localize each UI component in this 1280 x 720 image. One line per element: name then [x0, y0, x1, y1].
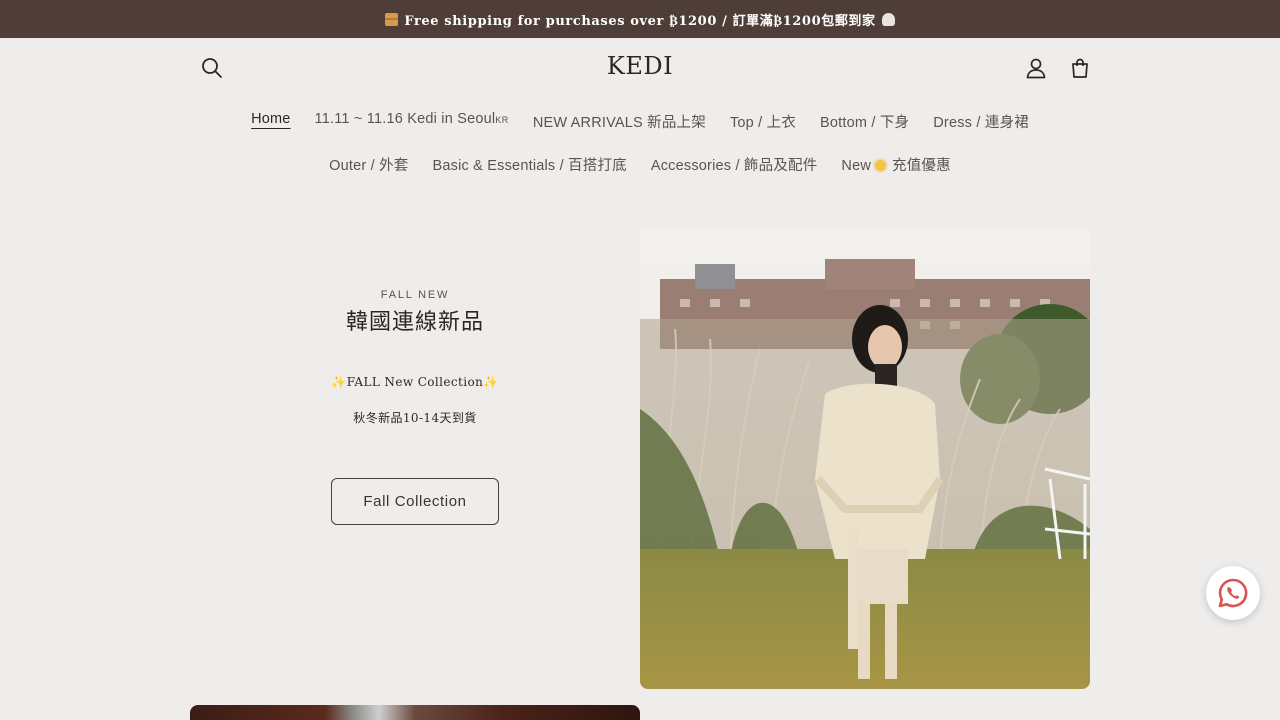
- nav-basic-essentials[interactable]: Basic & Essentials / 百搭打底: [433, 154, 627, 175]
- nav-bottom[interactable]: Bottom / 下身: [820, 111, 909, 132]
- hero-subtitle: ✨FALL New Collection✨: [190, 375, 640, 389]
- main-nav-row-1: Home 11.11 ~ 11.16 Kedi in SeoulKR NEW A…: [0, 111, 1280, 132]
- nav-home[interactable]: Home: [251, 111, 290, 132]
- second-collection-image[interactable]: [190, 705, 640, 720]
- sparkle-icon: ✨: [483, 375, 499, 389]
- sparkle-icon: ✨: [331, 375, 347, 389]
- package-icon: [385, 12, 399, 26]
- nav-dress[interactable]: Dress / 連身裙: [933, 111, 1029, 132]
- hero-eyebrow: FALL NEW: [380, 289, 450, 301]
- cart-icon[interactable]: [1066, 54, 1094, 82]
- nav-topup-label: 充值優惠: [892, 158, 951, 174]
- whatsapp-icon: [1218, 578, 1248, 608]
- house-icon: [881, 12, 895, 26]
- nav-outer[interactable]: Outer / 外套: [329, 154, 408, 175]
- fall-collection-button[interactable]: Fall Collection: [331, 478, 499, 525]
- nav-kedi-in-seoul-label: 11.11 ~ 11.16 Kedi in Seoul: [314, 111, 496, 127]
- account-icon[interactable]: [1022, 54, 1050, 82]
- announcement-text: Free shipping for purchases over ₿1200 /…: [404, 13, 876, 29]
- hero-delivery-note: 秋冬新品10-14天到貨: [353, 411, 477, 425]
- hero-photo-illustration: [640, 229, 1090, 689]
- sun-icon: [875, 160, 887, 171]
- hero-image[interactable]: [640, 229, 1090, 689]
- hero-subtitle-text: FALL New Collection: [346, 375, 484, 389]
- hero-title: 韓國連線新品: [345, 309, 484, 334]
- announcement-bar: Free shipping for purchases over ₿1200 /…: [0, 0, 1280, 38]
- nav-top[interactable]: Top / 上衣: [730, 111, 796, 132]
- whatsapp-button[interactable]: [1206, 566, 1260, 620]
- nav-new-arrivals[interactable]: NEW ARRIVALS 新品上架: [533, 111, 706, 132]
- site-logo[interactable]: KEDI: [560, 52, 720, 80]
- main-nav-row-2: Outer / 外套 Basic & Essentials / 百搭打底 Acc…: [0, 154, 1280, 175]
- kr-flag-text: KR: [495, 115, 509, 125]
- site-header: KEDI: [0, 38, 1280, 98]
- search-icon[interactable]: [198, 54, 226, 82]
- nav-new-topup[interactable]: New 充值優惠: [841, 154, 950, 175]
- nav-accessories[interactable]: Accessories / 飾品及配件: [651, 154, 818, 175]
- nav-new-label: New: [841, 158, 872, 174]
- nav-kedi-in-seoul[interactable]: 11.11 ~ 11.16 Kedi in SeoulKR: [315, 111, 509, 132]
